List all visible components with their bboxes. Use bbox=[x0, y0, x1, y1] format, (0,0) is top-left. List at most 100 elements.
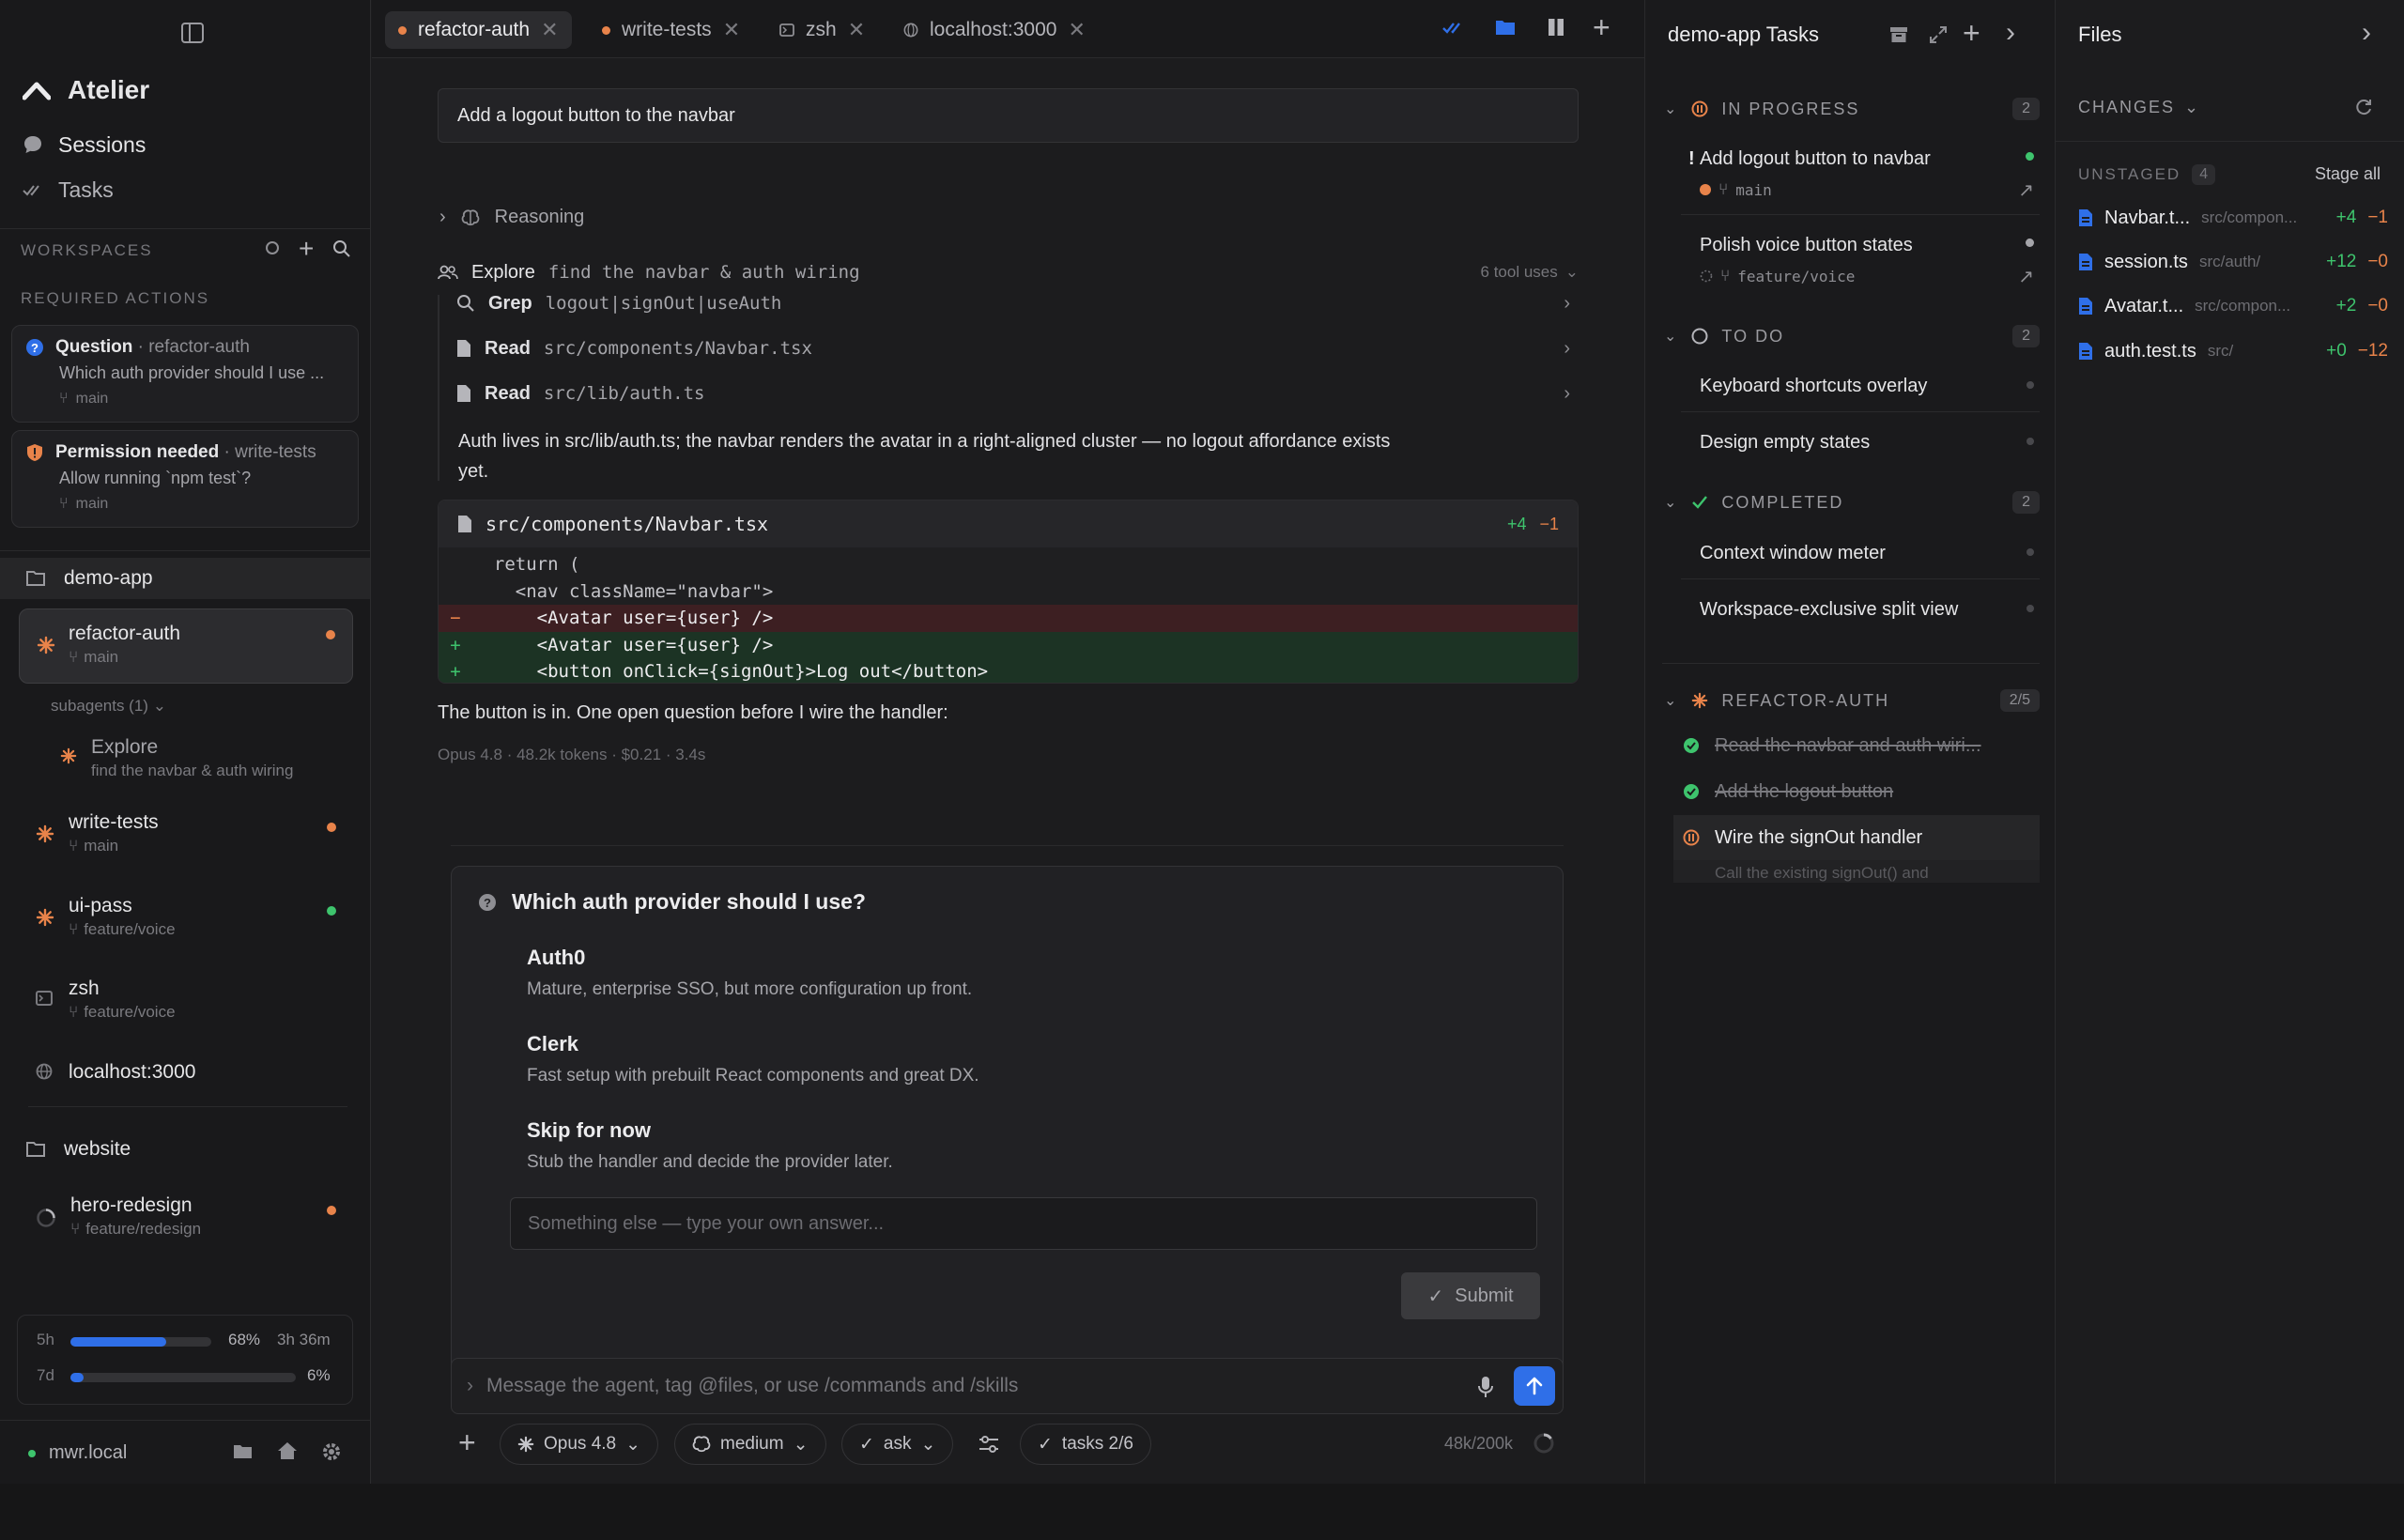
close-icon[interactable]: ✕ bbox=[723, 18, 740, 42]
tab-localhost[interactable]: localhost:3000 ✕ bbox=[890, 11, 1099, 49]
open-arrow-icon[interactable]: ↗ bbox=[2018, 265, 2034, 288]
folder-icon[interactable] bbox=[233, 1443, 254, 1460]
option-desc: Fast setup with prebuilt React component… bbox=[527, 1066, 979, 1086]
toggle-sidebar-icon[interactable] bbox=[181, 23, 204, 43]
subagents-toggle[interactable]: subagents (1) ⌄ bbox=[51, 697, 166, 716]
chevron-right-icon[interactable]: › bbox=[2362, 19, 2371, 47]
status-dot bbox=[2026, 381, 2034, 389]
composer-input[interactable]: › Message the agent, tag @files, or use … bbox=[451, 1358, 1564, 1414]
option-skip[interactable]: Skip for now Stub the handler and decide… bbox=[527, 1118, 893, 1173]
usage-bar-5h bbox=[70, 1337, 211, 1347]
group-refactor-auth[interactable]: ⌄ REFACTOR-AUTH 2/5 bbox=[1664, 682, 2040, 719]
submit-button[interactable]: ✓ Submit bbox=[1401, 1272, 1540, 1319]
add-task-icon[interactable]: + bbox=[1963, 17, 1980, 49]
task-item[interactable]: Design empty states bbox=[1681, 430, 2040, 458]
task-item[interactable]: Workspace-exclusive split view bbox=[1681, 597, 2040, 625]
status-circle-icon[interactable] bbox=[265, 240, 280, 255]
add-workspace-icon[interactable]: + bbox=[299, 236, 314, 262]
status-dot bbox=[2026, 548, 2034, 556]
svg-text:?: ? bbox=[31, 341, 39, 355]
diff-code: <Avatar user={user} /> bbox=[472, 608, 774, 629]
close-icon[interactable]: ✕ bbox=[1068, 18, 1085, 42]
file-row[interactable]: session.ts src/auth/ +12 −0 bbox=[2078, 241, 2388, 283]
session-explore[interactable]: Explore find the navbar & auth wiring bbox=[19, 732, 353, 785]
session-refactor-auth[interactable]: refactor-auth ⑂ main bbox=[19, 608, 353, 684]
tasks-panel: demo-app Tasks + › ⌄ IN PROGRESS 2 ! Add… bbox=[1644, 0, 2055, 1484]
model-select[interactable]: Opus 4.8 ⌄ bbox=[500, 1424, 659, 1465]
home-icon[interactable] bbox=[277, 1441, 298, 1460]
tool-row-grep[interactable]: Grep logout|signOut|useAuth › bbox=[456, 282, 1581, 325]
task-item[interactable]: Context window meter bbox=[1681, 541, 2040, 569]
session-ui-pass[interactable]: ui-pass ⑂ feature/voice bbox=[19, 891, 353, 944]
tool-row-read[interactable]: Read src/lib/auth.ts › bbox=[456, 372, 1581, 415]
tool-row-read[interactable]: Read src/components/Navbar.tsx › bbox=[456, 327, 1581, 370]
group-completed[interactable]: ⌄ COMPLETED 2 bbox=[1664, 484, 2040, 521]
refresh-icon[interactable] bbox=[2354, 98, 2373, 116]
files-toggle-icon[interactable] bbox=[1495, 18, 1516, 37]
file-row[interactable]: auth.test.ts src/ +0 −12 bbox=[2078, 331, 2388, 372]
workspace-demo-app[interactable]: demo-app bbox=[0, 558, 370, 599]
microphone-icon[interactable] bbox=[1478, 1376, 1493, 1398]
context-usage: 48k/200k bbox=[1444, 1434, 1514, 1453]
tab-bar: refactor-auth ✕ write-tests ✕ zsh ✕ loca… bbox=[372, 0, 1644, 58]
send-button[interactable] bbox=[1514, 1366, 1555, 1406]
new-tab-icon[interactable]: + bbox=[1593, 11, 1610, 43]
close-icon[interactable]: ✕ bbox=[541, 18, 558, 42]
tasks-pill[interactable]: ✓ tasks 2/6 bbox=[1020, 1424, 1151, 1465]
open-arrow-icon[interactable]: ↗ bbox=[2018, 178, 2034, 202]
expand-icon[interactable] bbox=[1929, 25, 1948, 44]
session-localhost[interactable]: localhost:3000 bbox=[19, 1055, 353, 1089]
nav-tasks[interactable]: Tasks bbox=[23, 171, 114, 208]
tab-write-tests[interactable]: write-tests ✕ bbox=[589, 11, 753, 49]
custom-answer-input[interactable]: Something else — type your own answer... bbox=[510, 1197, 1537, 1250]
host-status[interactable]: mwr.local bbox=[28, 1442, 127, 1464]
subtask-item-active[interactable]: Wire the signOut handler bbox=[1673, 815, 2040, 860]
nav-sessions[interactable]: Sessions bbox=[23, 126, 146, 163]
add-attachment-icon[interactable]: + bbox=[458, 1425, 476, 1459]
tasks-toggle-icon[interactable] bbox=[1442, 19, 1467, 36]
option-clerk[interactable]: Clerk Fast setup with prebuilt React com… bbox=[527, 1032, 979, 1086]
chevron-right-icon[interactable]: › bbox=[2006, 19, 2015, 47]
divider bbox=[451, 845, 1564, 846]
permission-card[interactable]: Permission needed · write-tests Allow ru… bbox=[11, 430, 359, 528]
stage-all-button[interactable]: Stage all bbox=[2315, 164, 2381, 184]
diff-code: return ( bbox=[472, 554, 580, 576]
diff-code: <Avatar user={user} /> bbox=[472, 634, 774, 655]
session-zsh[interactable]: zsh ⑂ feature/voice bbox=[19, 974, 353, 1026]
task-item[interactable]: Polish voice button states ⑂ feature/voi… bbox=[1681, 233, 2040, 293]
atelier-logo-icon bbox=[23, 82, 51, 100]
archive-icon[interactable] bbox=[1889, 26, 1908, 43]
divider bbox=[28, 1106, 347, 1107]
session-write-tests[interactable]: write-tests ⑂ main bbox=[19, 808, 353, 860]
option-auth0[interactable]: Auth0 Mature, enterprise SSO, but more c… bbox=[527, 946, 972, 1000]
question-card[interactable]: ? Question · refactor-auth Which auth pr… bbox=[11, 325, 359, 423]
split-view-icon[interactable] bbox=[1548, 18, 1564, 37]
gear-icon[interactable] bbox=[321, 1441, 342, 1462]
search-icon[interactable] bbox=[332, 239, 351, 258]
tab-refactor-auth[interactable]: refactor-auth ✕ bbox=[385, 11, 572, 49]
diff-header[interactable]: src/components/Navbar.tsx +4 −1 bbox=[439, 500, 1578, 547]
session-hero-redesign[interactable]: hero-redesign ⑂ feature/redesign bbox=[19, 1191, 353, 1243]
card-session: · write-tests bbox=[223, 442, 316, 462]
file-row[interactable]: Navbar.t... src/compon... +4 −1 bbox=[2078, 197, 2388, 239]
subtask-item[interactable]: Add the logout button bbox=[1673, 769, 2040, 814]
card-session: · refactor-auth bbox=[137, 337, 250, 357]
file-row[interactable]: Avatar.t... src/compon... +2 −0 bbox=[2078, 285, 2388, 327]
summary-line: Auth lives in src/lib/auth.ts; the navba… bbox=[458, 431, 1391, 452]
chevron-right-icon: › bbox=[439, 207, 446, 227]
sliders-icon[interactable] bbox=[979, 1435, 999, 1454]
task-item[interactable]: ! Add logout button to navbar ⑂ main ↗ bbox=[1681, 146, 2040, 207]
close-icon[interactable]: ✕ bbox=[848, 18, 865, 42]
effort-select[interactable]: medium ⌄ bbox=[674, 1424, 826, 1465]
reasoning-toggle[interactable]: › Reasoning bbox=[439, 207, 584, 228]
subtask-item[interactable]: Read the navbar and auth wiri... bbox=[1673, 723, 2040, 768]
group-todo[interactable]: ⌄ TO DO 2 bbox=[1664, 317, 2040, 355]
group-count: 2/5 bbox=[1999, 689, 2040, 712]
changes-dropdown[interactable]: CHANGES ⌄ bbox=[2078, 98, 2200, 117]
mode-select[interactable]: ✓ ask ⌄ bbox=[841, 1424, 954, 1465]
workspace-website[interactable]: website bbox=[0, 1129, 370, 1170]
reasoning-label: Reasoning bbox=[494, 207, 585, 227]
group-in-progress[interactable]: ⌄ IN PROGRESS 2 bbox=[1664, 90, 2040, 128]
task-item[interactable]: Keyboard shortcuts overlay bbox=[1681, 374, 2040, 402]
tab-zsh[interactable]: zsh ✕ bbox=[766, 11, 878, 49]
